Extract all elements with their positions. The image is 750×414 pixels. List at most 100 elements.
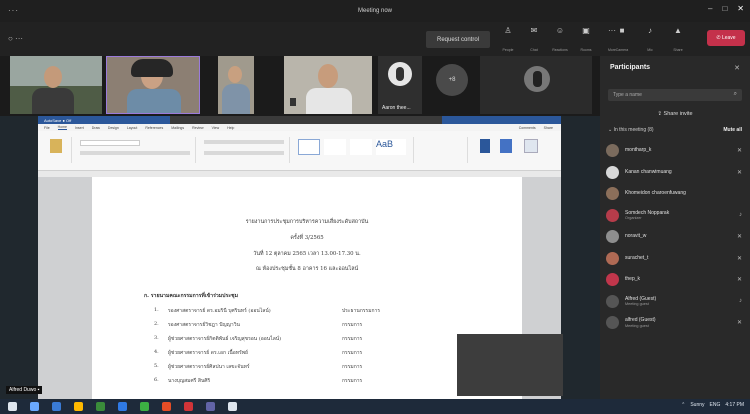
window-menu-icon[interactable]: ··· — [8, 6, 19, 15]
tab-draw[interactable]: Draw — [92, 126, 100, 130]
tab-design[interactable]: Design — [108, 126, 119, 130]
edge-icon[interactable] — [140, 402, 149, 411]
participant-item[interactable]: surachet_t ✕ — [606, 248, 746, 270]
tray-expand-icon[interactable]: ⌃ — [681, 402, 685, 408]
participant-item[interactable]: Kanan chanwimuang ✕ — [606, 162, 746, 184]
camera-button[interactable]: ■ Camera — [612, 26, 632, 52]
tab-references[interactable]: References — [145, 126, 163, 130]
minimize-button[interactable]: – — [708, 4, 712, 13]
mic-muted-icon: ✕ — [736, 169, 742, 176]
teams-icon[interactable] — [228, 402, 237, 411]
close-button[interactable]: ✕ — [737, 4, 744, 13]
store-icon[interactable] — [96, 402, 105, 411]
participant-item[interactable]: thep_k ✕ — [606, 269, 746, 291]
video-tile[interactable] — [284, 56, 372, 114]
maximize-button[interactable]: □ — [722, 4, 727, 13]
avatar — [606, 144, 619, 158]
dictate-group[interactable] — [474, 137, 554, 163]
dictate-icon — [480, 139, 490, 153]
video-tile[interactable] — [218, 56, 254, 114]
chat-button[interactable]: ✉ Chat — [524, 26, 544, 52]
rooms-button[interactable]: ▣ Rooms — [576, 26, 596, 52]
video-tile[interactable] — [480, 56, 592, 114]
video-tile-active-speaker[interactable] — [106, 56, 200, 114]
avatar — [606, 273, 619, 287]
leave-button[interactable]: ✆ Leave — [707, 30, 745, 46]
panel-title: Participants — [610, 64, 651, 71]
doc-heading: ณ ห้องประชุมชั้น 8 อาคาร 16 และออนไลน์ — [255, 266, 359, 272]
app-icon[interactable] — [206, 402, 215, 411]
paste-icon — [50, 139, 62, 153]
clipboard-group[interactable] — [42, 137, 72, 163]
video-tile[interactable]: Aaron thee... — [378, 56, 422, 114]
tab-file[interactable]: File — [44, 126, 50, 130]
doc-heading: รายงานการประชุมการบริหารความเสี่ยงระดับส… — [245, 219, 369, 225]
tab-home[interactable]: Home — [57, 125, 67, 130]
mic-muted-icon: ✕ — [736, 277, 742, 283]
excel-icon[interactable] — [118, 402, 127, 411]
task-view-icon[interactable] — [52, 402, 61, 411]
language-indicator[interactable]: ENG — [710, 402, 721, 408]
mute-all-button[interactable]: Mute all — [723, 127, 742, 133]
weather-text[interactable]: Sunny — [690, 402, 704, 408]
participant-item[interactable]: alfred (Guest) Meeting guest ✕ — [606, 312, 746, 334]
file-explorer-icon[interactable] — [74, 402, 83, 411]
app-icon[interactable] — [184, 402, 193, 411]
comments-button[interactable]: Comments — [519, 126, 536, 130]
paragraph-group[interactable] — [200, 137, 290, 163]
self-view-tile[interactable] — [457, 334, 563, 396]
video-tile[interactable] — [10, 56, 102, 114]
clock[interactable]: 4:17 PM — [725, 402, 744, 408]
video-strip: Aaron thee... +8 — [0, 56, 600, 116]
participant-item[interactable]: Alfred (Guest) Meeting guest ♪ — [606, 291, 746, 313]
participant-item[interactable]: Somdech Nopparak Organizer ♪ — [606, 205, 746, 227]
title-bar: ··· Meeting now – □ ✕ — [0, 0, 750, 22]
start-icon[interactable] — [8, 402, 17, 411]
styles-group[interactable]: AaB — [294, 137, 414, 163]
tab-help[interactable]: Help — [227, 126, 234, 130]
share-button[interactable]: ▲ Share — [668, 26, 688, 52]
search-icon[interactable] — [30, 402, 39, 411]
word-ribbon: AaB — [38, 131, 561, 171]
mic-muted-icon: ✕ — [736, 255, 742, 262]
camera-icon: ■ — [619, 26, 625, 35]
in-meeting-section[interactable]: ⌄ In this meeting (8) Mute all — [608, 127, 742, 133]
avatar — [606, 165, 619, 179]
shared-screen: AutoSave ● Off File Home Insert Draw Des… — [0, 116, 600, 399]
system-tray: ⌃ Sunny ENG 4:17 PM — [681, 402, 744, 408]
tab-layout[interactable]: Layout — [127, 126, 138, 130]
share-icon: ▲ — [674, 26, 682, 35]
word-ribbon-tabs: File Home Insert Draw Design Layout Refe… — [38, 124, 561, 131]
share-doc-button[interactable]: Share — [544, 126, 553, 130]
chrome-icon[interactable] — [162, 402, 171, 411]
tab-view[interactable]: View — [212, 126, 220, 130]
tab-insert[interactable]: Insert — [75, 126, 84, 130]
mic-muted-icon: ✕ — [736, 320, 742, 326]
font-group[interactable] — [76, 137, 196, 163]
people-icon: ♙ — [504, 26, 512, 35]
editing-group[interactable] — [418, 137, 468, 163]
close-icon[interactable]: ✕ — [734, 64, 740, 72]
mic-icon: ♪ — [739, 297, 742, 304]
tab-review[interactable]: Review — [192, 126, 203, 130]
participant-item[interactable]: montharp_k ✕ — [606, 140, 746, 162]
participant-item[interactable]: Khomeidon charoenfuwang — [606, 183, 746, 205]
window-title: Meeting now — [357, 8, 393, 14]
search-input[interactable]: Type a name ⌕ — [608, 89, 742, 101]
participant-item[interactable]: noravit_w ✕ — [606, 226, 746, 248]
avatar — [606, 294, 619, 308]
people-button[interactable]: ♙ People — [498, 26, 518, 52]
share-invite-button[interactable]: ⇪ Share invite — [608, 108, 742, 120]
avatar — [606, 316, 619, 330]
participant-list: montharp_k ✕ Kanan chanwimuang ✕ Khomeid… — [606, 140, 746, 334]
meeting-status: ○ ··· — [8, 34, 24, 43]
mic-button[interactable]: ♪ Mic — [640, 26, 660, 52]
mic-icon: ♪ — [739, 211, 742, 218]
avatar — [524, 66, 550, 92]
taskbar: ⌃ Sunny ENG 4:17 PM — [0, 399, 750, 414]
video-overlay-icon — [290, 98, 296, 106]
more-participants-counter[interactable]: +8 — [436, 64, 468, 96]
tab-mailings[interactable]: Mailings — [171, 126, 184, 130]
request-control-button[interactable]: Request control — [426, 31, 490, 48]
reactions-button[interactable]: ☺ Reactions — [550, 26, 570, 52]
